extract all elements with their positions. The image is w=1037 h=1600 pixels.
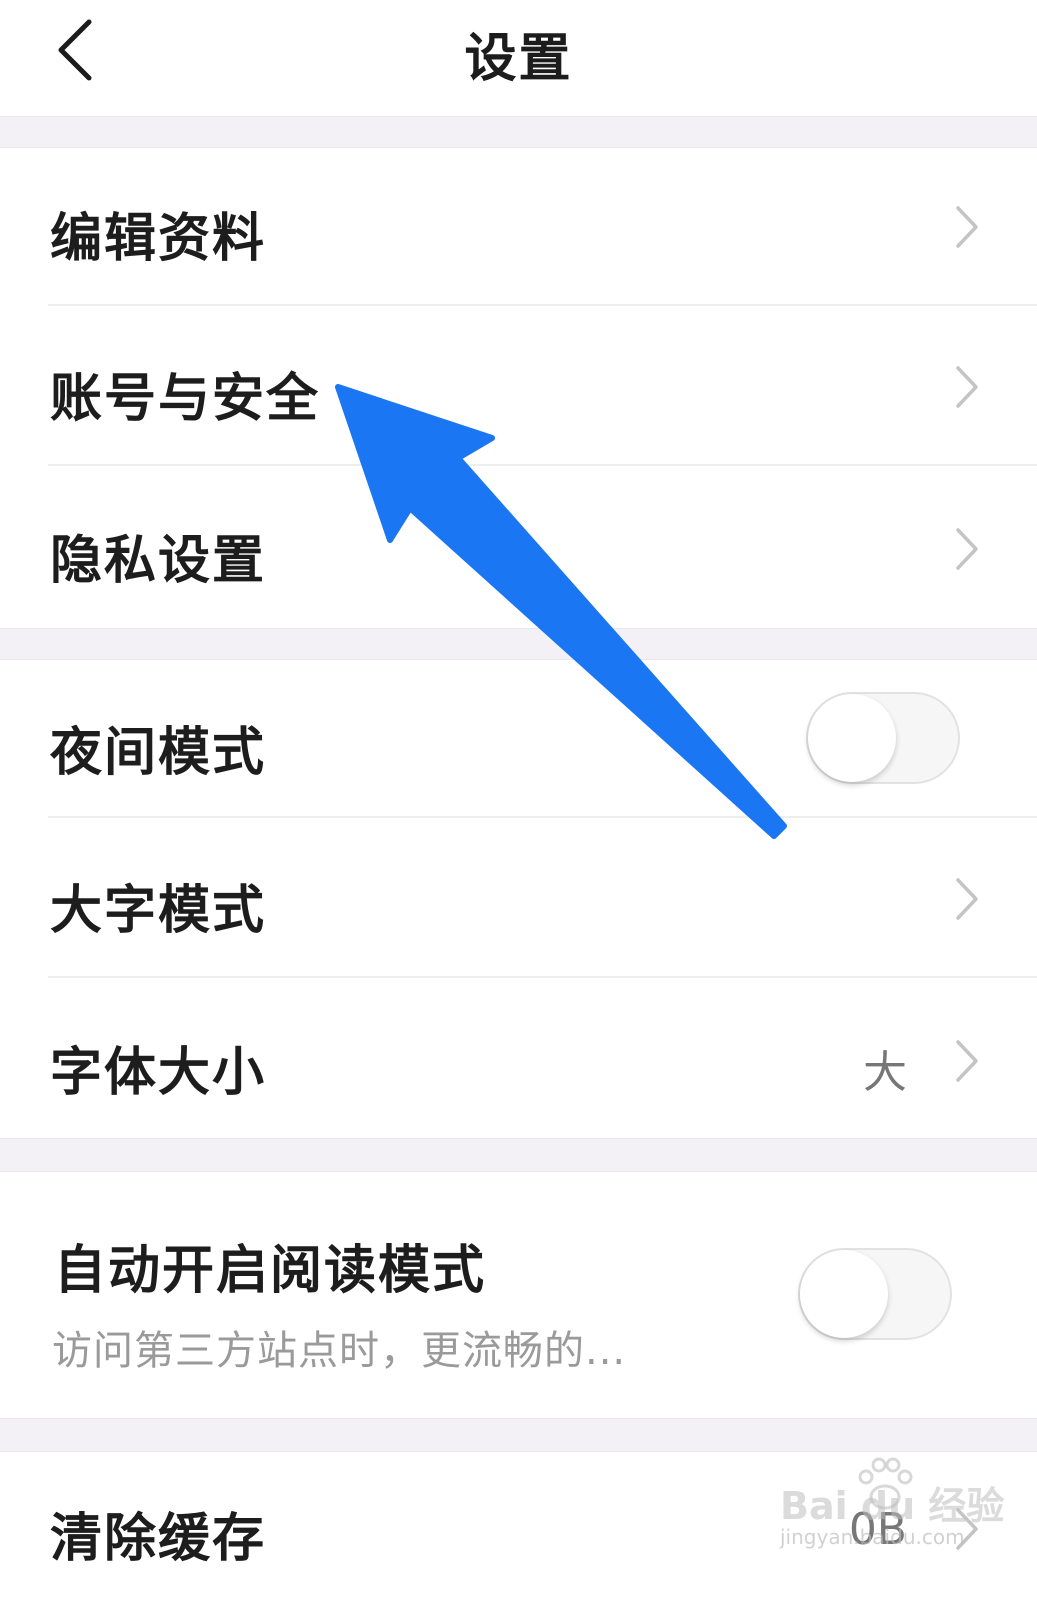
top-nav-bar: 设置 (0, 0, 1037, 117)
row-label: 隐私设置 (50, 531, 267, 591)
row-label: 大字模式 (50, 881, 267, 941)
section-separator (0, 628, 1037, 660)
settings-row-clear-cache[interactable]: 清除缓存 0B (0, 1452, 1037, 1600)
section-separator (0, 1418, 1037, 1452)
settings-row-privacy[interactable]: 隐私设置 (0, 466, 1037, 628)
chevron-right-icon (956, 528, 978, 570)
page-title: 设置 (464, 29, 573, 89)
toggle-knob (808, 694, 896, 782)
settings-row-night-mode: 夜间模式 (0, 660, 1037, 818)
chevron-right-icon (956, 1040, 978, 1082)
settings-row-edit-profile[interactable]: 编辑资料 (0, 148, 1037, 306)
row-label: 账号与安全 (50, 369, 321, 429)
auto-reading-mode-toggle[interactable] (798, 1248, 952, 1340)
row-label: 夜间模式 (50, 723, 267, 783)
chevron-right-icon (956, 1508, 978, 1550)
row-label: 编辑资料 (50, 209, 267, 269)
night-mode-toggle[interactable] (806, 692, 960, 784)
row-label: 字体大小 (50, 1043, 267, 1103)
font-size-value: 大 (863, 1047, 907, 1098)
settings-row-font-size[interactable]: 字体大小 大 (0, 978, 1037, 1138)
chevron-right-icon (956, 206, 978, 248)
row-subtitle: 访问第三方站点时，更流畅的... (52, 1328, 627, 1374)
settings-row-account-security[interactable]: 账号与安全 (0, 306, 1037, 466)
toggle-knob (800, 1250, 888, 1338)
row-label: 清除缓存 (50, 1509, 267, 1569)
settings-row-large-text-mode[interactable]: 大字模式 (0, 818, 1037, 978)
chevron-right-icon (956, 366, 978, 408)
row-label: 自动开启阅读模式 (54, 1241, 487, 1301)
chevron-right-icon (956, 878, 978, 920)
section-separator (0, 1138, 1037, 1172)
settings-row-auto-reading-mode: 自动开启阅读模式 访问第三方站点时，更流畅的... (0, 1172, 1037, 1418)
cache-size-value: 0B (848, 1504, 907, 1555)
section-separator (0, 116, 1037, 148)
